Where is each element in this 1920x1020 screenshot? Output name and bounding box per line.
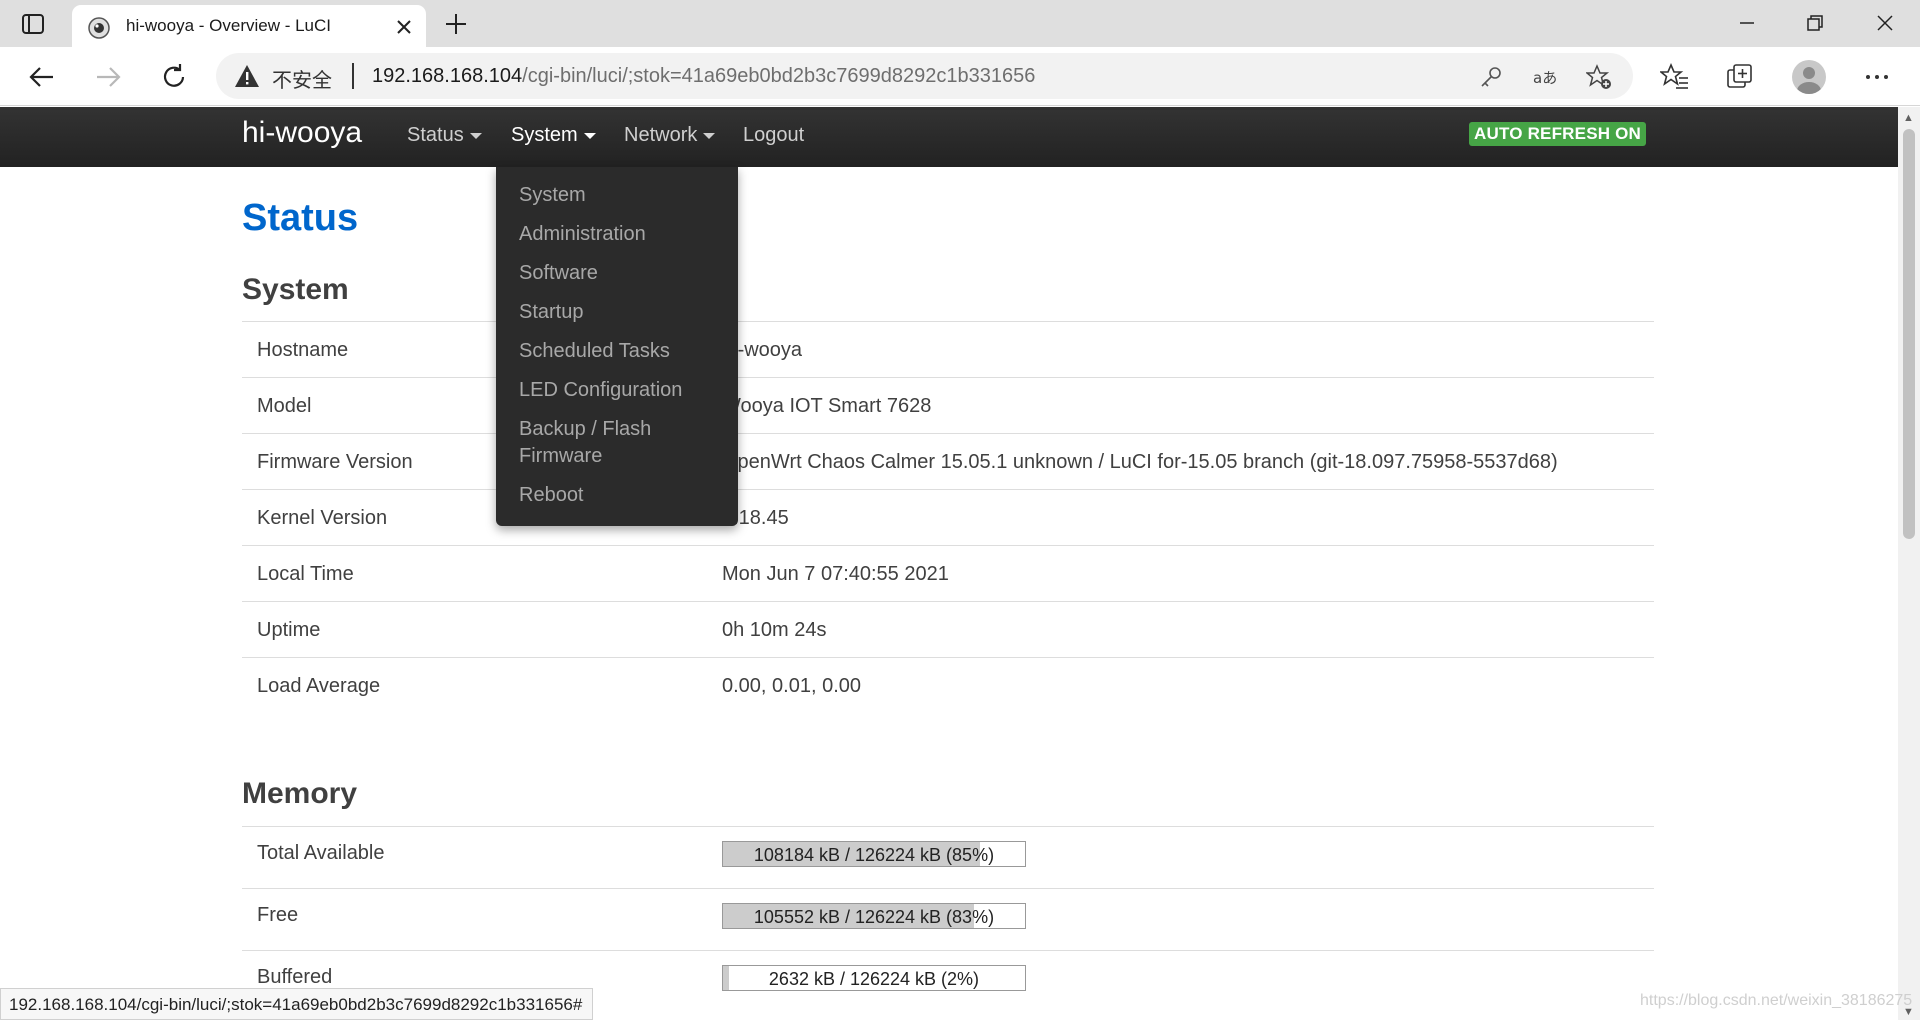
vertical-scrollbar[interactable]: ▲ ▼ (1898, 107, 1920, 1020)
page-title: Status (242, 197, 359, 239)
row-label: Load Average (257, 675, 381, 697)
key-icon[interactable] (1478, 64, 1504, 90)
luci-navbar: hi-wooya Status System Network Logout AU… (0, 107, 1898, 167)
favorites-icon[interactable] (1660, 62, 1690, 92)
row-label: Firmware Version (257, 451, 413, 473)
site-favicon-icon (88, 17, 110, 39)
progress-bar: 108184 kB / 126224 kB (85%) (722, 841, 1026, 867)
menu-network[interactable]: Network (624, 124, 716, 147)
table-row: Load Average 0.00, 0.01, 0.00 (242, 657, 1654, 713)
progress-text: 2632 kB / 126224 kB (2%) (768, 969, 980, 989)
row-label: Hostname (257, 339, 349, 361)
row-label: Buffered (257, 966, 333, 988)
forward-icon[interactable] (93, 62, 123, 92)
browser-tab[interactable]: hi-wooya - Overview - LuCI (72, 5, 426, 47)
progress-bar: 2632 kB / 126224 kB (2%) (722, 965, 1026, 991)
translate-icon[interactable]: aあ (1532, 64, 1558, 90)
row-label: Local Time (257, 563, 354, 585)
row-label: Total Available (257, 842, 385, 864)
system-heading: System (242, 273, 349, 306)
web-page: hi-wooya Status System Network Logout AU… (0, 107, 1898, 1020)
address-separator (352, 63, 354, 89)
row-value: Wooya IOT Smart 7628 (722, 395, 932, 417)
table-row: Hostname hi-wooya (242, 321, 1654, 377)
back-icon[interactable] (27, 62, 57, 92)
row-label: Free (257, 904, 299, 926)
collections-icon[interactable] (1725, 62, 1755, 92)
scrollbar-thumb[interactable] (1903, 129, 1915, 539)
svg-text:aあ: aあ (1533, 69, 1557, 87)
menu-network-label: Network (624, 124, 698, 146)
profile-avatar[interactable] (1792, 60, 1826, 94)
avatar-icon (1797, 67, 1821, 94)
table-row: Uptime 0h 10m 24s (242, 601, 1654, 657)
url-text[interactable]: 192.168.168.104/cgi-bin/luci/;stok=41a69… (372, 65, 1035, 88)
tab-close-icon[interactable] (394, 17, 414, 37)
row-value: 0h 10m 24s (722, 619, 827, 641)
link-status-bar: 192.168.168.104/cgi-bin/luci/;stok=41a69… (0, 988, 594, 1020)
browser-toolbar: 不安全 192.168.168.104/cgi-bin/luci/;stok=4… (0, 47, 1920, 106)
menu-logout[interactable]: Logout (743, 124, 804, 147)
dropdown-item-administration[interactable]: Administration (496, 221, 738, 260)
row-label: Model (257, 395, 312, 417)
table-row: Firmware Version OpenWrt Chaos Calmer 15… (242, 433, 1654, 489)
row-value: OpenWrt Chaos Calmer 15.05.1 unknown / L… (722, 451, 1558, 473)
new-tab-icon[interactable] (444, 12, 468, 36)
dropdown-item-reboot[interactable]: Reboot (496, 482, 738, 521)
more-options-icon[interactable] (1862, 62, 1892, 92)
dropdown-item-software[interactable]: Software (496, 260, 738, 299)
progress-text: 105552 kB / 126224 kB (83%) (753, 907, 995, 927)
tab-actions-icon[interactable] (20, 11, 46, 37)
dropdown-item-startup[interactable]: Startup (496, 299, 738, 338)
caret-down-icon (583, 132, 596, 139)
menu-status-label: Status (407, 124, 464, 146)
row-label: Uptime (257, 619, 321, 641)
dropdown-item-backup-flash[interactable]: Backup / Flash Firmware (496, 416, 696, 482)
warning-icon[interactable] (234, 64, 260, 88)
refresh-icon[interactable] (159, 62, 189, 92)
dropdown-item-led-configuration[interactable]: LED Configuration (496, 377, 738, 416)
watermark: https://blog.csdn.net/weixin_38186275 (1640, 992, 1913, 1009)
url-path: /cgi-bin/luci/;stok=41a69eb0bd2b3c7699d8… (522, 65, 1036, 87)
restore-icon[interactable] (1802, 10, 1828, 36)
address-bar[interactable]: 不安全 192.168.168.104/cgi-bin/luci/;stok=4… (216, 53, 1633, 99)
memory-table: Total Available 108184 kB / 126224 kB (8… (242, 826, 1654, 1012)
brand-link[interactable]: hi-wooya (242, 116, 362, 150)
minimize-icon[interactable] (1734, 10, 1760, 36)
progress-bar: 105552 kB / 126224 kB (83%) (722, 903, 1026, 929)
system-table: Hostname hi-wooya Model Wooya IOT Smart … (242, 321, 1654, 713)
system-dropdown-menu: System Administration Software Startup S… (496, 167, 738, 526)
menu-status[interactable]: Status (407, 124, 482, 147)
row-value: 0.00, 0.01, 0.00 (722, 675, 862, 697)
memory-heading: Memory (242, 777, 358, 810)
table-row: Kernel Version 3.18.45 (242, 489, 1654, 545)
close-window-icon[interactable] (1872, 10, 1898, 36)
auto-refresh-toggle[interactable]: AUTO REFRESH ON (1469, 122, 1647, 146)
browser-tab-strip: hi-wooya - Overview - LuCI (0, 0, 1920, 47)
tab-title: hi-wooya - Overview - LuCI (126, 16, 332, 35)
scroll-up-icon[interactable]: ▲ (1903, 112, 1914, 124)
row-label: Kernel Version (257, 507, 388, 529)
dropdown-item-system[interactable]: System (496, 182, 738, 221)
row-value: Mon Jun 7 07:40:55 2021 (722, 563, 949, 585)
table-row: Total Available 108184 kB / 126224 kB (8… (242, 826, 1654, 888)
caret-down-icon (469, 132, 482, 139)
menu-system[interactable]: System (511, 124, 596, 147)
security-label[interactable]: 不安全 (272, 64, 332, 93)
table-row: Free 105552 kB / 126224 kB (83%) (242, 888, 1654, 950)
table-row: Model Wooya IOT Smart 7628 (242, 377, 1654, 433)
caret-down-icon (703, 132, 716, 139)
progress-text: 108184 kB / 126224 kB (85%) (753, 845, 995, 865)
dropdown-item-scheduled-tasks[interactable]: Scheduled Tasks (496, 338, 738, 377)
menu-system-label: System (511, 124, 578, 146)
url-host: 192.168.168.104 (372, 65, 523, 87)
add-favorite-icon[interactable] (1586, 64, 1612, 90)
table-row: Local Time Mon Jun 7 07:40:55 2021 (242, 545, 1654, 601)
